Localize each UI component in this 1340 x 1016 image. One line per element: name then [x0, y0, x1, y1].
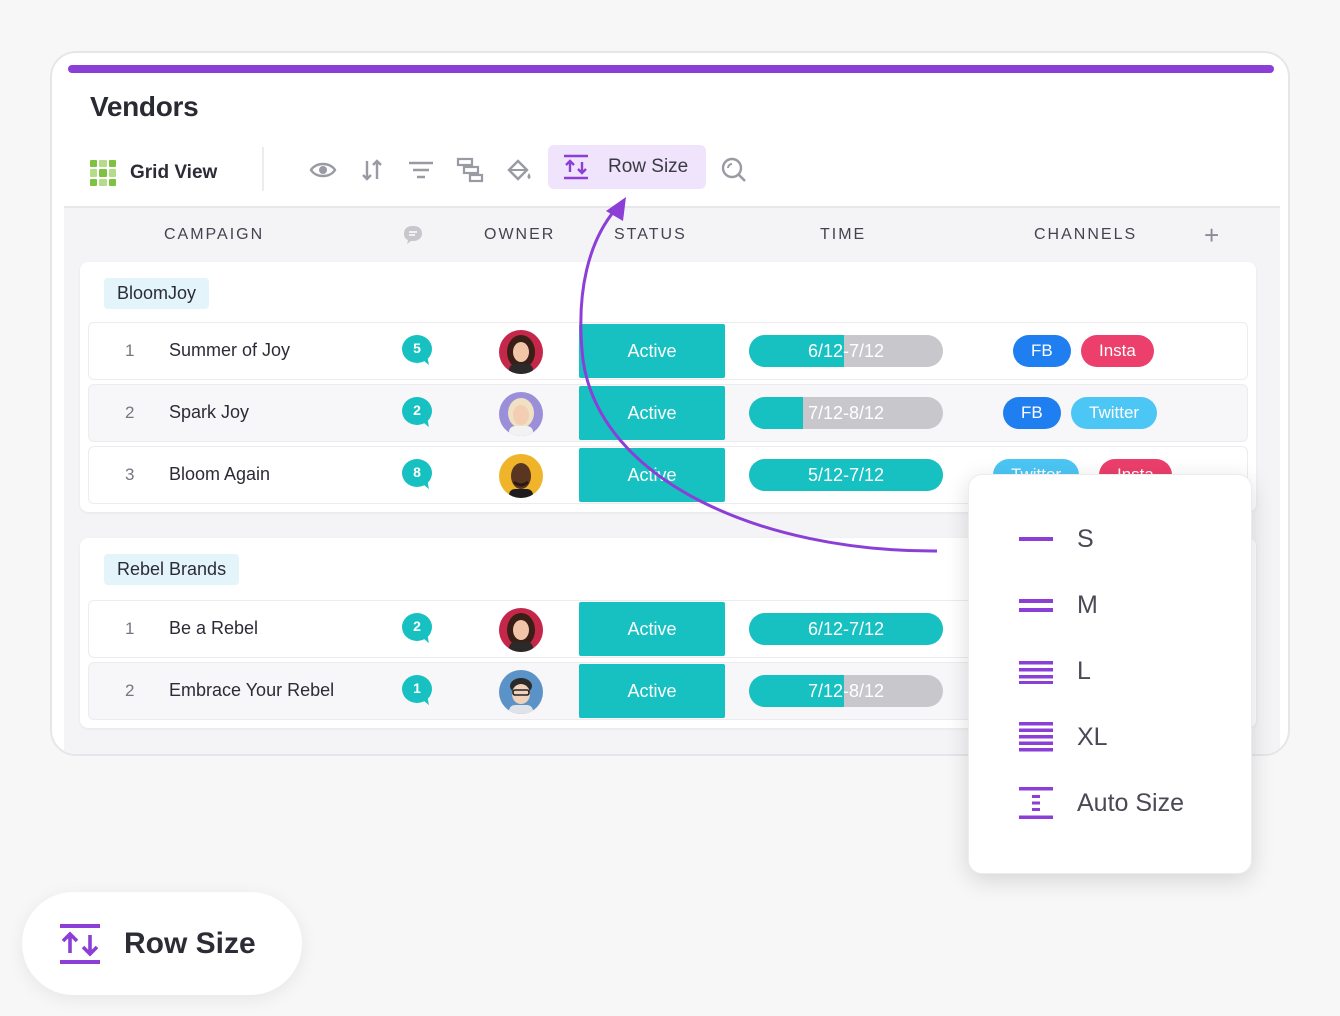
timeline-label: 6/12-7/12 — [807, 619, 885, 639]
grid-view-label: Grid View — [130, 162, 218, 183]
row-size-option-m[interactable]: M — [1019, 585, 1098, 625]
toolbar: Grid View Row Size — [52, 143, 1288, 203]
add-column-button[interactable]: + — [1204, 220, 1219, 251]
row-size-option-xl[interactable]: XL — [1019, 717, 1108, 757]
channel-chip-insta[interactable]: Insta — [1081, 335, 1154, 367]
comment-count-icon[interactable]: 2 — [402, 613, 432, 645]
channel-chip-fb[interactable]: FB — [1003, 397, 1061, 429]
grid-view-button[interactable]: Grid View — [90, 153, 217, 193]
group-label[interactable]: BloomJoy — [104, 278, 210, 309]
comment-count-icon[interactable]: 2 — [402, 397, 432, 429]
row-size-icon — [564, 154, 588, 180]
status-cell[interactable]: Active — [579, 386, 725, 440]
size-l-icon — [1019, 661, 1053, 684]
campaign-name[interactable]: Summer of Joy — [169, 340, 290, 361]
owner-avatar[interactable] — [499, 330, 543, 374]
timeline-bar[interactable]: 6/12-7/12 — [749, 335, 943, 367]
row-number: 2 — [125, 681, 135, 700]
campaign-name[interactable]: Embrace Your Rebel — [169, 680, 334, 701]
row-number: 3 — [125, 465, 135, 484]
campaign-name[interactable]: Bloom Again — [169, 464, 270, 485]
row-size-button[interactable]: Row Size — [548, 145, 706, 189]
size-xl-icon — [1019, 722, 1053, 752]
row-size-label: Row Size — [608, 156, 689, 177]
accent-bar — [68, 65, 1274, 73]
size-m-icon — [1019, 599, 1053, 612]
timeline-label: 6/12-7/12 — [807, 341, 885, 361]
status-cell[interactable]: Active — [579, 602, 725, 656]
status-cell[interactable]: Active — [579, 664, 725, 718]
channel-chip-twitter[interactable]: Twitter — [1071, 397, 1158, 429]
row-size-menu: S M L XL Auto Size — [968, 474, 1252, 874]
table-row[interactable]: 2 Spark Joy 2 Active 7/12-8/12 FB Twitte… — [88, 384, 1248, 442]
row-size-badge-label: Row Size — [124, 926, 256, 960]
board-title: Vendors — [90, 91, 199, 122]
row-number: 1 — [125, 619, 135, 638]
owner-avatar[interactable] — [499, 670, 543, 714]
status-cell[interactable]: Active — [579, 448, 725, 502]
column-header-status[interactable]: STATUS — [614, 226, 687, 244]
timeline-label: 7/12-8/12 — [807, 403, 885, 423]
owner-avatar[interactable] — [499, 392, 543, 436]
row-size-option-s[interactable]: S — [1019, 519, 1094, 559]
comment-count-icon[interactable]: 5 — [402, 335, 432, 367]
owner-avatar[interactable] — [499, 454, 543, 498]
timeline-label: 7/12-8/12 — [807, 681, 885, 701]
grid-view-icon — [90, 160, 116, 186]
sort-icon[interactable] — [355, 153, 389, 187]
owner-avatar[interactable] — [499, 608, 543, 652]
comment-count-icon[interactable]: 8 — [402, 459, 432, 491]
toolbar-divider — [262, 147, 264, 191]
comment-column-icon — [402, 224, 424, 244]
row-size-option-auto[interactable]: Auto Size — [1019, 783, 1184, 823]
column-header-channels[interactable]: CHANNELS — [1034, 226, 1137, 244]
column-header-campaign[interactable]: CAMPAIGN — [164, 226, 264, 244]
timeline-bar[interactable]: 7/12-8/12 — [749, 397, 943, 429]
status-cell[interactable]: Active — [579, 324, 725, 378]
table-row[interactable]: 1 Summer of Joy 5 Active 6/12-7/12 FB In… — [88, 322, 1248, 380]
channel-chip-fb[interactable]: FB — [1013, 335, 1071, 367]
timeline-label: 5/12-7/12 — [807, 465, 885, 485]
row-size-feature-badge: Row Size — [22, 892, 302, 995]
size-s-icon — [1019, 537, 1053, 541]
timeline-bar[interactable]: 5/12-7/12 — [749, 459, 943, 491]
filter-icon[interactable] — [404, 153, 438, 187]
row-number: 2 — [125, 403, 135, 422]
group-icon[interactable] — [453, 153, 487, 187]
search-icon[interactable] — [717, 153, 751, 187]
group-label[interactable]: Rebel Brands — [104, 554, 240, 585]
column-header-time[interactable]: TIME — [820, 226, 866, 244]
column-header-owner[interactable]: OWNER — [484, 226, 555, 244]
comment-count-icon[interactable]: 1 — [402, 675, 432, 707]
row-size-icon — [60, 923, 100, 964]
eye-icon[interactable] — [306, 153, 340, 187]
campaign-name[interactable]: Spark Joy — [169, 402, 249, 423]
timeline-bar[interactable]: 7/12-8/12 — [749, 675, 943, 707]
row-size-option-l[interactable]: L — [1019, 651, 1091, 691]
row-number: 1 — [125, 341, 135, 360]
auto-size-icon — [1019, 787, 1053, 819]
paint-bucket-icon[interactable] — [502, 153, 536, 187]
campaign-name[interactable]: Be a Rebel — [169, 618, 258, 639]
timeline-bar[interactable]: 6/12-7/12 — [749, 613, 943, 645]
